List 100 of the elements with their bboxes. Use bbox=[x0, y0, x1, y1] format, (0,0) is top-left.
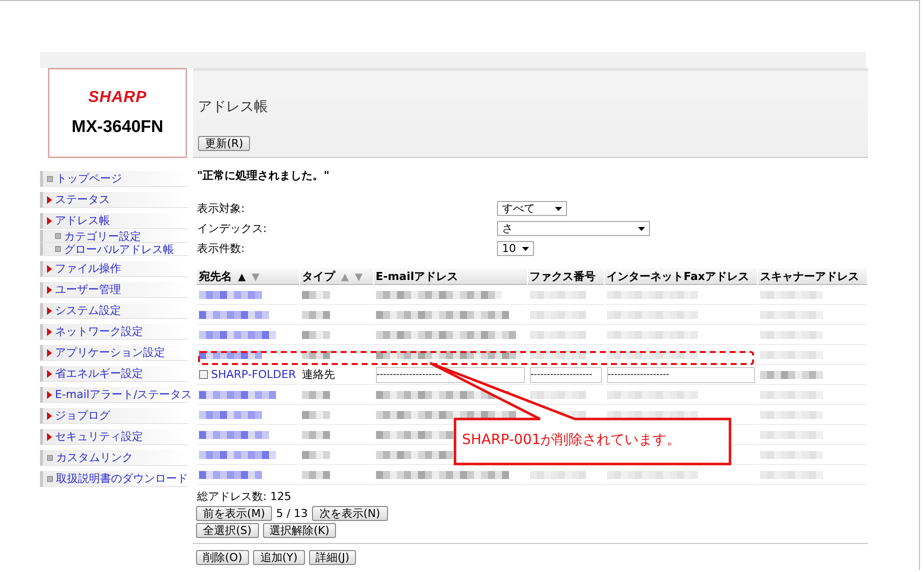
redacted-block bbox=[530, 310, 586, 319]
redacted-block bbox=[760, 470, 823, 479]
redacted-block bbox=[199, 310, 269, 319]
nav-subitem[interactable]: グローバルアドレス帳 bbox=[40, 243, 188, 256]
caret-icon bbox=[555, 206, 562, 210]
column-header[interactable]: ファクス番号 bbox=[528, 268, 604, 285]
redacted-block bbox=[302, 430, 330, 439]
dropdown[interactable]: すべて bbox=[497, 201, 567, 216]
triangle-icon bbox=[47, 432, 52, 440]
filter-label: インデックス: bbox=[197, 221, 268, 236]
redacted-block bbox=[199, 350, 262, 359]
triangle-icon bbox=[47, 216, 52, 224]
redacted-block bbox=[760, 390, 823, 399]
square-icon bbox=[47, 476, 53, 482]
redacted-block bbox=[302, 290, 330, 299]
triangle-icon bbox=[47, 412, 52, 420]
nav-subitem[interactable]: カテゴリー設定 bbox=[40, 230, 188, 243]
action-button[interactable]: 削除(O) bbox=[196, 550, 250, 565]
caret-icon bbox=[638, 226, 645, 230]
table-cell: ------------------- bbox=[606, 366, 755, 382]
column-header[interactable]: 宛先名 ▲ ▼ bbox=[197, 268, 300, 285]
nav-item[interactable]: システム設定 bbox=[40, 303, 188, 319]
redacted-block bbox=[760, 370, 823, 379]
redacted-block bbox=[530, 390, 586, 399]
nav-item[interactable]: セキュリティ設定 bbox=[40, 429, 188, 445]
redacted-block bbox=[302, 450, 330, 459]
redacted-block bbox=[760, 310, 823, 319]
nav-item[interactable]: 取扱説明書のダウンロード bbox=[40, 471, 188, 487]
table-cell: 連絡先 bbox=[302, 368, 336, 381]
status-message: "正常に処理されました。" bbox=[197, 168, 330, 183]
square-icon bbox=[55, 246, 61, 252]
triangle-icon bbox=[47, 286, 52, 294]
redacted-block bbox=[199, 430, 269, 439]
redacted-block bbox=[530, 350, 586, 359]
redacted-block bbox=[530, 330, 586, 339]
redacted-block bbox=[760, 330, 823, 339]
dropdown[interactable]: さ bbox=[497, 221, 650, 236]
triangle-icon bbox=[47, 264, 52, 272]
filter-label: 表示対象: bbox=[197, 201, 246, 216]
select-button[interactable]: 選択解除(K) bbox=[262, 523, 336, 538]
redacted-block bbox=[199, 290, 262, 299]
column-header[interactable]: スキャナーアドレス bbox=[758, 268, 867, 285]
column-header[interactable]: E-mailアドレス bbox=[374, 268, 527, 285]
table-cell: -------------------- bbox=[376, 366, 525, 382]
nav-item[interactable]: ネットワーク設定 bbox=[40, 324, 188, 340]
next-button[interactable]: 次を表示(N) bbox=[312, 506, 388, 521]
nav-item[interactable]: トップページ bbox=[40, 171, 188, 187]
model-name: MX-3640FN bbox=[72, 117, 164, 137]
triangle-icon bbox=[47, 348, 52, 356]
redacted-block bbox=[302, 310, 330, 319]
redacted-block bbox=[760, 410, 823, 419]
filter-label: 表示件数: bbox=[197, 241, 246, 256]
triangle-icon bbox=[47, 328, 52, 336]
triangle-icon bbox=[47, 370, 52, 378]
callout-text: SHARP-001が削除されています。 bbox=[462, 431, 681, 449]
nav-item[interactable]: 省エネルギー設定 bbox=[40, 366, 188, 382]
nav-item[interactable]: ファイル操作 bbox=[40, 261, 188, 277]
redacted-block bbox=[760, 350, 823, 359]
redacted-block bbox=[302, 410, 330, 419]
redacted-block bbox=[302, 390, 330, 399]
nav-item[interactable]: アドレス帳 bbox=[40, 213, 188, 229]
nav-item[interactable]: ユーザー管理 bbox=[40, 282, 188, 298]
checkbox[interactable] bbox=[199, 370, 208, 380]
redacted-block bbox=[302, 350, 330, 359]
nav-item[interactable]: E-mailアラート/ステータス bbox=[40, 387, 188, 403]
redacted-block bbox=[760, 290, 823, 299]
redacted-block bbox=[530, 470, 586, 479]
nav-item[interactable]: ステータス bbox=[40, 192, 188, 208]
brand-logo: SHARP bbox=[88, 89, 147, 107]
nav-item[interactable]: アプリケーション設定 bbox=[40, 345, 188, 361]
caret-icon bbox=[522, 246, 529, 250]
action-button[interactable]: 詳細(J) bbox=[308, 550, 356, 565]
triangle-icon bbox=[47, 390, 52, 398]
select-button[interactable]: 全選択(S) bbox=[196, 523, 259, 538]
redacted-block bbox=[199, 410, 262, 419]
column-header[interactable]: インターネットFaxアドレス bbox=[604, 268, 757, 285]
action-button[interactable]: 追加(Y) bbox=[253, 550, 305, 565]
redacted-block bbox=[302, 330, 330, 339]
prev-button[interactable]: 前を表示(M) bbox=[196, 506, 272, 521]
page-indicator: 5 / 13 bbox=[276, 507, 308, 520]
page-title: アドレス帳 bbox=[198, 98, 269, 116]
square-icon bbox=[55, 233, 61, 239]
entry-link[interactable]: SHARP-FOLDER bbox=[211, 368, 296, 381]
triangle-icon bbox=[47, 306, 52, 314]
triangle-icon bbox=[47, 196, 52, 204]
redacted-block bbox=[760, 430, 823, 439]
redacted-block bbox=[302, 470, 330, 479]
total-count: 125 bbox=[270, 490, 292, 503]
table-cell: ------------------- bbox=[530, 366, 602, 382]
redacted-block bbox=[530, 290, 586, 299]
redacted-block bbox=[199, 470, 262, 479]
dropdown[interactable]: 10 bbox=[497, 241, 534, 256]
nav-item[interactable]: カスタムリンク bbox=[40, 450, 188, 466]
total-label: 総アドレス数: bbox=[197, 490, 267, 503]
square-icon bbox=[47, 454, 53, 460]
refresh-button[interactable]: 更新(R) bbox=[198, 136, 250, 151]
nav-item[interactable]: ジョブログ bbox=[40, 408, 188, 424]
square-icon bbox=[47, 176, 53, 182]
column-header[interactable]: タイプ ▲ ▼ bbox=[300, 268, 373, 285]
redacted-block bbox=[760, 450, 823, 459]
